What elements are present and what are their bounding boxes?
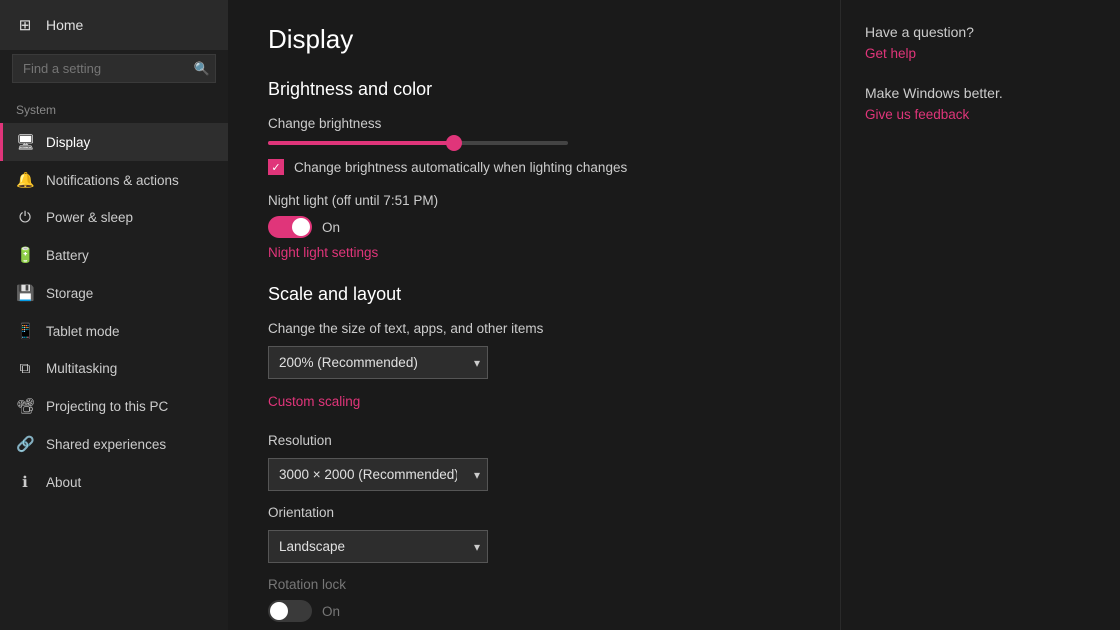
shared-icon: 🔗 <box>16 435 34 453</box>
sidebar-item-label: Multitasking <box>46 361 117 376</box>
storage-icon: 💾 <box>16 284 34 302</box>
tablet-icon: 📱 <box>16 322 34 340</box>
about-icon: ℹ <box>16 473 34 491</box>
display-icon: 🖥 <box>16 133 34 151</box>
sidebar-item-multitasking[interactable]: ⧉ Multitasking <box>0 350 228 387</box>
orientation-label: Orientation <box>268 505 800 520</box>
night-light-toggle-label: On <box>322 220 340 235</box>
scale-dropdown-row: 200% (Recommended) 100% 125% 150% (Recom… <box>268 346 800 379</box>
battery-icon: 🔋 <box>16 246 34 264</box>
right-panel: Have a question? Get help Make Windows b… <box>840 0 1120 630</box>
sidebar-item-about[interactable]: ℹ About <box>0 463 228 501</box>
sidebar-item-label: Notifications & actions <box>46 173 179 188</box>
brightness-section-title: Brightness and color <box>268 79 800 100</box>
scale-dropdown[interactable]: 200% (Recommended) 100% 125% 150% (Recom… <box>268 346 488 379</box>
orientation-dropdown-wrapper: Landscape Portrait Landscape (flipped) P… <box>268 530 488 563</box>
sidebar: ⊞ Home 🔍 System 🖥 Display 🔔 Notification… <box>0 0 228 630</box>
auto-brightness-checkbox[interactable]: ✓ <box>268 159 284 175</box>
night-light-toggle-row: On <box>268 216 800 238</box>
sidebar-item-shared[interactable]: 🔗 Shared experiences <box>0 425 228 463</box>
slider-fill <box>268 141 454 145</box>
rotation-lock-toggle[interactable] <box>268 600 312 622</box>
scale-dropdown-wrapper: 200% (Recommended) 100% 125% 150% (Recom… <box>268 346 488 379</box>
scale-section-title: Scale and layout <box>268 284 800 305</box>
main-content: Display Brightness and color Change brig… <box>228 0 840 630</box>
resolution-dropdown-row: 3000 × 2000 (Recommended) 2560 × 1600 19… <box>268 458 800 491</box>
sidebar-item-label: About <box>46 475 81 490</box>
toggle-thumb <box>292 218 310 236</box>
sidebar-item-label: Display <box>46 135 90 150</box>
auto-brightness-row: ✓ Change brightness automatically when l… <box>268 159 800 175</box>
resolution-dropdown-wrapper: 3000 × 2000 (Recommended) 2560 × 1600 19… <box>268 458 488 491</box>
sidebar-item-label: Tablet mode <box>46 324 120 339</box>
sidebar-home-button[interactable]: ⊞ Home <box>0 0 228 50</box>
night-light-label: Night light (off until 7:51 PM) <box>268 193 800 208</box>
night-light-toggle[interactable] <box>268 216 312 238</box>
page-title: Display <box>268 24 800 55</box>
night-light-settings-link[interactable]: Night light settings <box>268 245 378 260</box>
scale-label: Change the size of text, apps, and other… <box>268 321 800 336</box>
rotation-toggle-thumb <box>270 602 288 620</box>
sidebar-item-label: Battery <box>46 248 89 263</box>
search-container: 🔍 <box>12 54 216 83</box>
brightness-label: Change brightness <box>268 116 800 131</box>
sidebar-item-label: Storage <box>46 286 93 301</box>
sidebar-item-battery[interactable]: 🔋 Battery <box>0 236 228 274</box>
feedback-title: Make Windows better. <box>865 85 1096 101</box>
get-help-link[interactable]: Get help <box>865 46 1096 61</box>
rotation-lock-label: Rotation lock <box>268 577 800 592</box>
sidebar-item-tablet[interactable]: 📱 Tablet mode <box>0 312 228 350</box>
sidebar-item-storage[interactable]: 💾 Storage <box>0 274 228 312</box>
multitasking-icon: ⧉ <box>16 360 34 377</box>
feedback-link[interactable]: Give us feedback <box>865 107 1096 122</box>
home-label: Home <box>46 17 83 33</box>
checkmark-icon: ✓ <box>271 161 280 174</box>
help-title: Have a question? <box>865 24 1096 40</box>
power-icon: ⏻ <box>16 209 34 226</box>
resolution-label: Resolution <box>268 433 800 448</box>
projecting-icon: 📽 <box>16 397 34 415</box>
rotation-lock-toggle-row: On <box>268 600 800 622</box>
orientation-dropdown-row: Landscape Portrait Landscape (flipped) P… <box>268 530 800 563</box>
slider-track <box>268 141 568 145</box>
resolution-dropdown[interactable]: 3000 × 2000 (Recommended) 2560 × 1600 19… <box>268 458 488 491</box>
auto-brightness-label: Change brightness automatically when lig… <box>294 160 627 175</box>
custom-scaling-link[interactable]: Custom scaling <box>268 394 360 409</box>
sidebar-item-label: Power & sleep <box>46 210 133 225</box>
notifications-icon: 🔔 <box>16 171 34 189</box>
sidebar-item-notifications[interactable]: 🔔 Notifications & actions <box>0 161 228 199</box>
sidebar-item-label: Projecting to this PC <box>46 399 168 414</box>
sidebar-item-projecting[interactable]: 📽 Projecting to this PC <box>0 387 228 425</box>
sidebar-item-power[interactable]: ⏻ Power & sleep <box>0 199 228 236</box>
rotation-lock-toggle-label: On <box>322 604 340 619</box>
sidebar-item-label: Shared experiences <box>46 437 166 452</box>
orientation-dropdown[interactable]: Landscape Portrait Landscape (flipped) P… <box>268 530 488 563</box>
slider-thumb[interactable] <box>446 135 462 151</box>
system-label: System <box>0 95 228 123</box>
search-icon: 🔍 <box>194 61 210 77</box>
home-icon: ⊞ <box>16 16 34 34</box>
search-input[interactable] <box>12 54 216 83</box>
sidebar-item-display[interactable]: 🖥 Display <box>0 123 228 161</box>
brightness-slider[interactable] <box>268 141 568 145</box>
